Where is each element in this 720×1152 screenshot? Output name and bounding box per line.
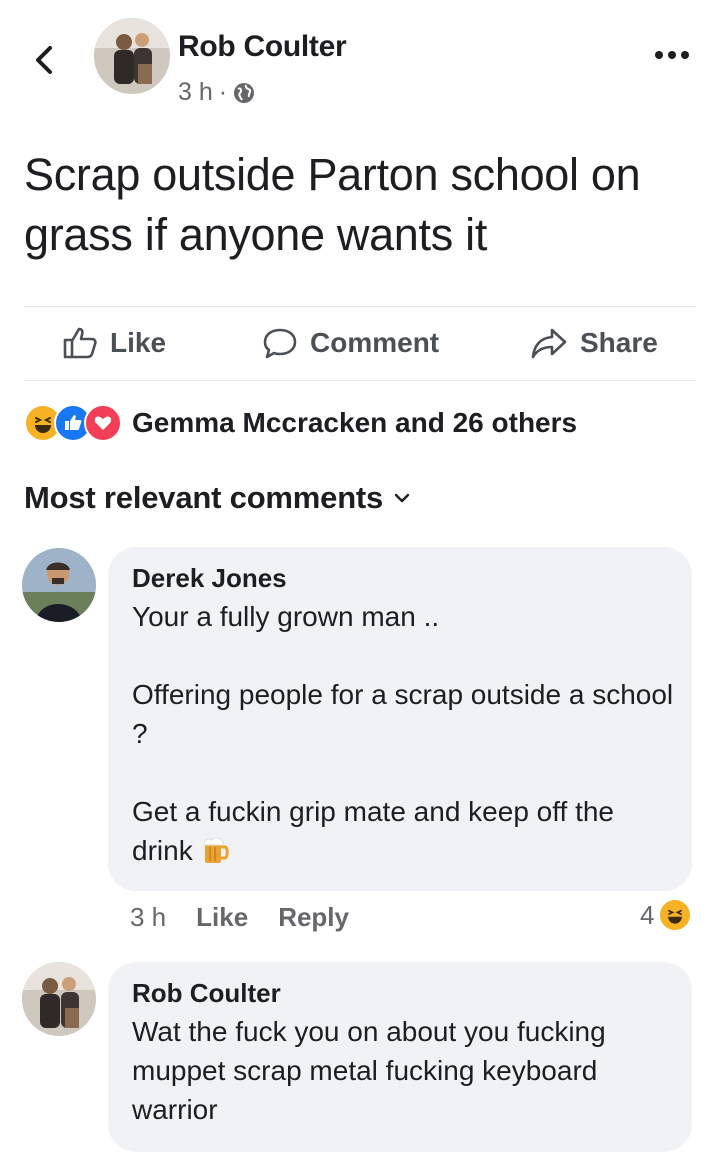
comment-like-button[interactable]: Like	[196, 902, 248, 933]
meta-separator: ·	[218, 78, 228, 106]
comment-bubble: Derek Jones Your a fully grown man .. Of…	[108, 547, 692, 891]
comment-actions: 3 h Like Reply	[130, 902, 349, 933]
comment-text: Wat the fuck you on about you fucking mu…	[132, 1016, 606, 1125]
comment-reaction-count-value: 4	[640, 899, 655, 930]
globe-icon	[234, 82, 255, 103]
share-button[interactable]: Share	[530, 326, 658, 360]
love-icon	[84, 404, 122, 442]
post-author-name[interactable]: Rob Coulter	[178, 30, 347, 64]
divider-top	[24, 306, 696, 307]
comment-text-body: Your a fully grown man .. Offering peopl…	[132, 601, 674, 866]
comment-icon	[263, 328, 297, 359]
comments-filter-label: Most relevant comments	[24, 480, 384, 515]
comment-label: Comment	[310, 327, 440, 358]
comment-time[interactable]: 3 h	[130, 902, 166, 933]
commenter-avatar[interactable]	[22, 962, 96, 1036]
more-options-button[interactable]	[654, 40, 690, 61]
commenter-avatar[interactable]	[22, 548, 96, 622]
reactions-summary[interactable]: Gemma Mccracken and 26 others	[24, 404, 577, 442]
comment-text: Your a fully grown man .. Offering peopl…	[132, 597, 680, 870]
share-arrow-icon	[531, 328, 567, 359]
chevron-down-icon	[394, 493, 410, 503]
reaction-icons	[24, 404, 122, 442]
reactions-summary-text: Gemma Mccracken and 26 others	[132, 407, 578, 438]
post-time[interactable]: 3 h	[178, 78, 213, 107]
comment-button[interactable]: Comment	[262, 326, 439, 360]
like-button[interactable]: Like	[62, 326, 166, 360]
comment-author[interactable]: Rob Coulter	[132, 978, 281, 1009]
back-button[interactable]	[28, 40, 62, 80]
comment-bubble: Rob Coulter Wat the fuck you on about yo…	[108, 962, 692, 1152]
more-dots-icon	[655, 51, 689, 59]
haha-icon	[658, 898, 693, 932]
post-text: Scrap outside Parton school on grass if …	[24, 149, 641, 260]
thumbs-up-icon	[63, 327, 97, 359]
beer-mug-icon	[203, 837, 230, 863]
comment-author[interactable]: Derek Jones	[132, 563, 287, 594]
share-label: Share	[580, 327, 658, 358]
author-avatar[interactable]	[94, 18, 170, 94]
comments-filter[interactable]: Most relevant comments	[24, 480, 411, 516]
post-meta: 3 h ·	[178, 78, 255, 107]
comment-reaction-count[interactable]: 4	[640, 898, 693, 932]
like-label: Like	[110, 327, 167, 358]
chevron-left-icon	[36, 46, 52, 74]
divider-bottom	[24, 380, 696, 381]
comment-reply-button[interactable]: Reply	[278, 902, 349, 933]
